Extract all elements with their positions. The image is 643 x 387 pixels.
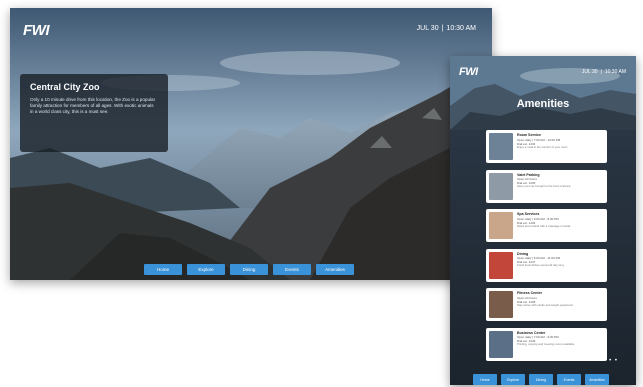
- time-text: 10:30 AM: [604, 69, 626, 75]
- amenity-text: Valet Parking Open 24 hours Dial ext. 12…: [517, 173, 604, 200]
- amenity-card[interactable]: Spa Services Open daily | 9:00 AM - 8:00…: [486, 209, 607, 242]
- nav-amenities-button[interactable]: Amenities: [585, 374, 609, 385]
- amenity-desc: Have your car brought to the front entra…: [517, 184, 572, 188]
- separator: |: [600, 69, 602, 75]
- amenity-text: Room Service Open daily | 7:00 AM - 10:0…: [517, 133, 604, 160]
- nav-dining-button[interactable]: Dining: [529, 374, 553, 385]
- amenity-thumbnail: [489, 291, 513, 318]
- amenity-thumbnail: [489, 172, 513, 200]
- amenities-heading: Amenities: [516, 98, 570, 110]
- amenity-card[interactable]: Room Service Open daily | 7:00 AM - 10:0…: [486, 130, 607, 163]
- date-time: JUL 30 | 10:30 AM: [417, 25, 476, 32]
- amenity-text: Dining Open daily | 6:00 AM - 11:00 PM D…: [517, 252, 604, 279]
- zoo-description: Only a 10 minute drive from this locatio…: [30, 97, 156, 114]
- landscape-display: FWI JUL 30 | 10:30 AM Central City Zoo Onl…: [10, 8, 492, 280]
- nav-home-button[interactable]: Home: [144, 264, 182, 275]
- amenity-card[interactable]: Business Center Open daily | 7:00 AM - 9…: [486, 327, 607, 361]
- amenity-thumbnail: [489, 330, 513, 358]
- zoo-info-card: Central City Zoo Only a 10 minute drive …: [20, 74, 168, 152]
- amenities-list: Room Service Open daily | 7:00 AM - 10:0…: [486, 130, 607, 367]
- portrait-nav: Home Explore Dining Events Amenities: [473, 374, 609, 385]
- nav-explore-button[interactable]: Explore: [187, 264, 225, 275]
- separator: |: [441, 25, 444, 32]
- amenity-desc: Printing, copying and meeting rooms avai…: [517, 342, 575, 346]
- amenity-thumbnail: [489, 212, 513, 239]
- amenity-card[interactable]: Dining Open daily | 6:00 AM - 11:00 PM D…: [486, 248, 607, 282]
- nav-amenities-button[interactable]: Amenities: [316, 264, 354, 275]
- nav-events-button[interactable]: Events: [273, 264, 311, 275]
- amenity-thumbnail: [489, 251, 513, 279]
- date-text: JUL 30: [416, 25, 439, 32]
- nav-events-button[interactable]: Events: [557, 374, 581, 385]
- zoo-title: Central City Zoo: [30, 82, 100, 92]
- amenity-desc: Stay active with cardio and weight equip…: [517, 302, 574, 307]
- amenity-text: Spa Services Open daily | 9:00 AM - 8:00…: [517, 212, 604, 239]
- amenity-text: Fitness Center Open 24 hours Dial ext. 1…: [517, 291, 604, 318]
- landscape-nav: Home Explore Dining Events Amenities: [144, 264, 354, 275]
- date-time: JUL 30 | 10:30 AM: [582, 69, 626, 75]
- nav-dining-button[interactable]: Dining: [230, 264, 268, 275]
- nav-explore-button[interactable]: Explore: [501, 374, 525, 385]
- date-text: JUL 30: [581, 69, 598, 75]
- amenity-card[interactable]: Fitness Center Open 24 hours Dial ext. 1…: [486, 288, 607, 321]
- time-text: 10:30 AM: [446, 25, 476, 32]
- amenity-thumbnail: [489, 133, 513, 160]
- amenity-text: Business Center Open daily | 7:00 AM - 9…: [517, 331, 604, 358]
- amenity-desc: Fresh local dishes served all day long.: [517, 263, 565, 267]
- amenity-card[interactable]: Valet Parking Open 24 hours Dial ext. 12…: [486, 169, 607, 203]
- fwi-logo: FWI: [459, 66, 478, 78]
- amenity-desc: Relax and unwind with a massage or facia…: [517, 223, 571, 228]
- nav-home-button[interactable]: Home: [473, 374, 497, 385]
- portrait-display: FWI JUL 30 | 10:30 AM Amenities Room Servi…: [450, 56, 636, 385]
- amenity-desc: Enjoy a meal in the comfort of your room…: [517, 144, 569, 149]
- fwi-logo: FWI: [23, 22, 50, 39]
- pagination-dots[interactable]: • • •: [603, 358, 618, 364]
